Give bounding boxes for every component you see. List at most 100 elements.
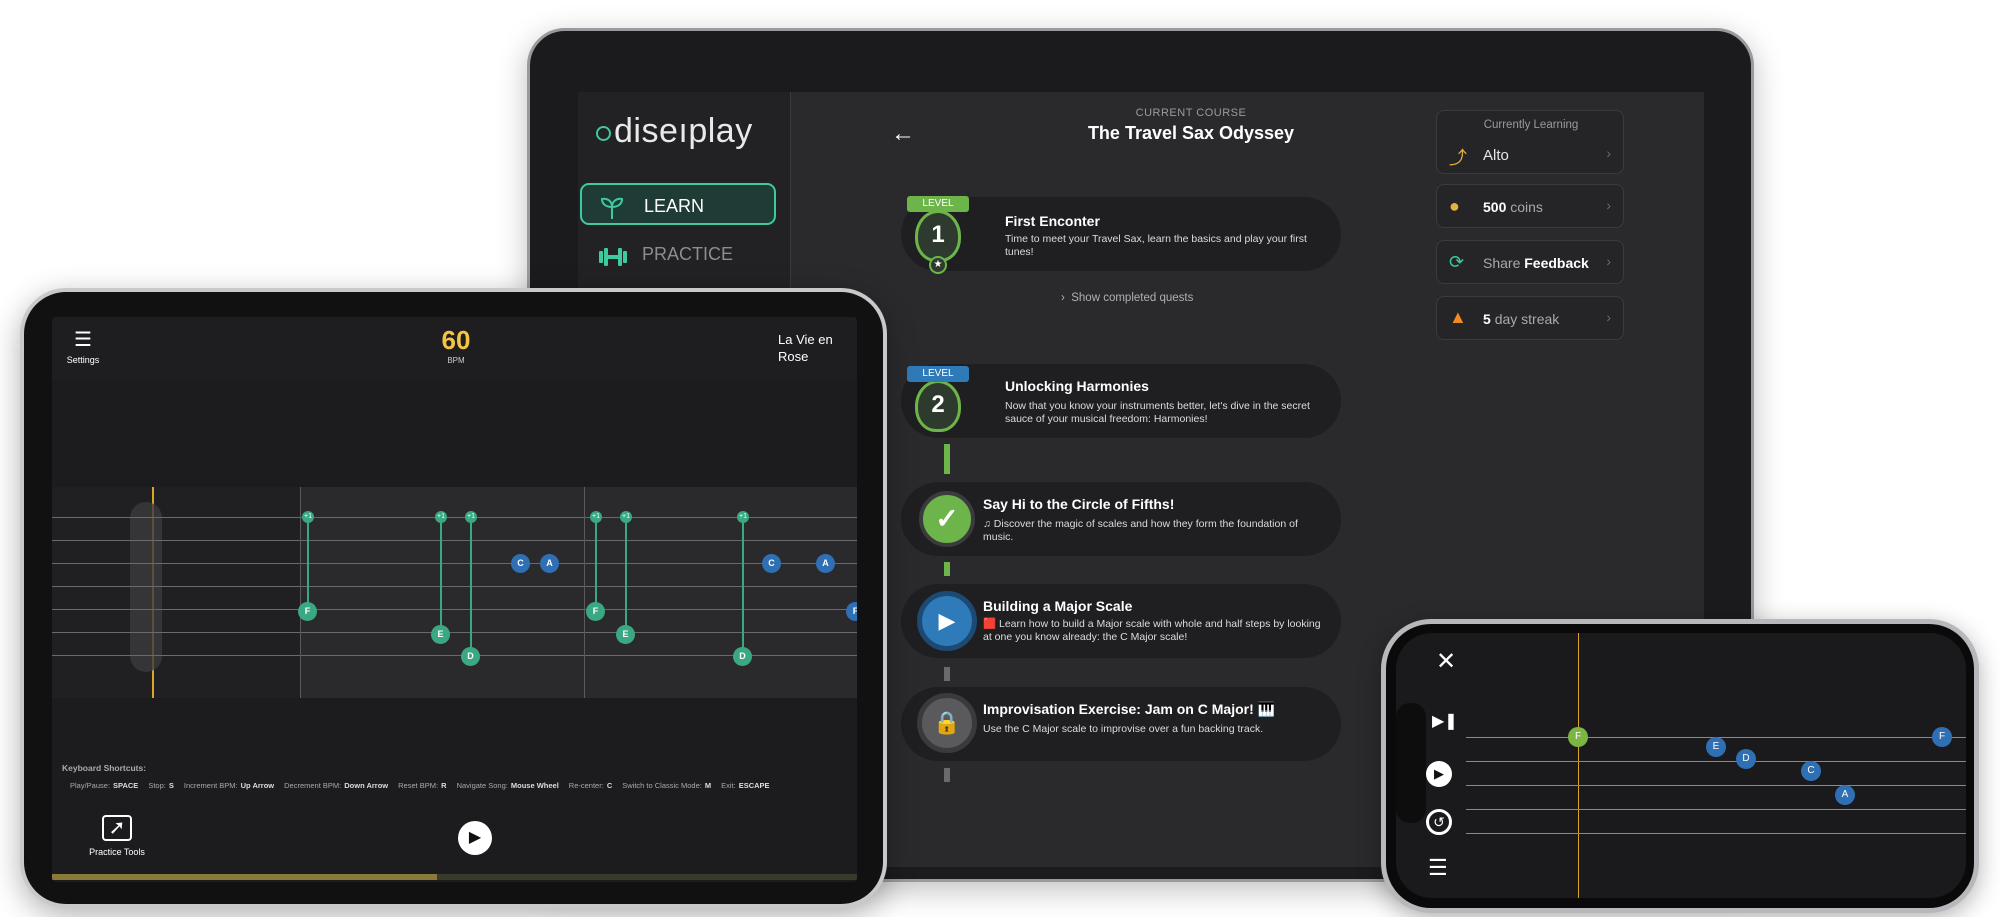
song-title: La Vie en Rose <box>778 332 833 364</box>
close-icon[interactable]: ✕ <box>1436 647 1456 676</box>
saxophone-icon <box>130 502 162 672</box>
shortcut-item: Re-center: C <box>569 781 612 790</box>
tablet-screen: ☰ Settings 60 BPM La Vie en Rose +1 F +1… <box>52 317 857 882</box>
chevron-right-icon: › <box>1606 145 1611 161</box>
nav-learn-button[interactable]: LEARN <box>580 183 776 225</box>
note: C <box>511 554 530 573</box>
shortcut-key: SPACE <box>113 781 139 790</box>
shortcut-key: S <box>168 781 174 790</box>
shortcut-label: Exit: <box>721 781 736 790</box>
shortcut-item: Exit: ESCAPE <box>721 781 769 790</box>
sprout-icon <box>598 193 626 235</box>
laurel-icon: 2 <box>915 380 961 432</box>
level-1-badge: 1 LEVEL ★ <box>903 196 973 274</box>
show-completed-link[interactable]: › Show completed quests <box>1061 292 1193 304</box>
note: F <box>846 602 857 621</box>
note: F <box>1568 727 1588 747</box>
coins-icon: ● <box>1449 196 1460 216</box>
shortcut-item: Decrement BPM: Down Arrow <box>284 781 388 790</box>
back-arrow-icon[interactable]: ← <box>891 120 915 148</box>
lock-icon: 🔒 <box>917 693 977 753</box>
nav-practice-label: PRACTICE <box>642 244 734 264</box>
bpm-label: BPM <box>447 356 465 365</box>
note: E <box>431 625 450 644</box>
settings-label: Settings <box>66 355 100 365</box>
shortcut-label: Play/Pause: <box>70 781 111 790</box>
share-feedback-card[interactable]: ⟳ Share Feedback › <box>1436 240 1624 284</box>
shortcut-item: Navigate Song: Mouse Wheel <box>457 781 559 790</box>
coins-text: 500 coins <box>1483 199 1543 215</box>
laurel-icon: 1 <box>915 210 961 262</box>
shortcut-key: Down Arrow <box>344 781 389 790</box>
coins-card[interactable]: ● 500 coins › <box>1436 184 1624 228</box>
note: F <box>298 602 317 621</box>
course-title: The Travel Sax Odyssey <box>1087 123 1295 143</box>
nav-learn-label: LEARN <box>644 196 705 216</box>
quest-title: Improvisation Exercise: Jam on C Major! … <box>983 701 1276 717</box>
shortcut-key: C <box>606 781 613 790</box>
quest-desc: ♫ Discover the magic of scales and how t… <box>983 518 1298 543</box>
note: A <box>1835 785 1855 805</box>
octave-marker: +1 <box>465 511 477 523</box>
octave-marker: +1 <box>620 511 632 523</box>
currently-learning-card[interactable]: Currently Learning ⤴ Alto › <box>1436 110 1624 174</box>
note: F <box>586 602 605 621</box>
logo-ring-icon <box>596 125 611 141</box>
chevron-right-icon: › <box>1606 309 1611 325</box>
practice-tools-label: Practice Tools <box>89 847 145 857</box>
shortcut-item: Switch to Classic Mode: M <box>622 781 711 790</box>
chevron-right-icon: › <box>1606 253 1611 269</box>
octave-marker: +1 <box>590 511 602 523</box>
shortcut-key: M <box>704 781 712 790</box>
shortcut-label: Navigate Song: <box>456 781 508 790</box>
level-2-title: Unlocking Harmonies <box>1005 378 1149 394</box>
octave-marker: +1 <box>302 511 314 523</box>
play-pause-icon[interactable]: ▶❚ <box>1432 711 1458 731</box>
shortcut-label: Decrement BPM: <box>284 781 342 790</box>
note: C <box>1801 761 1821 781</box>
level-1-title: First Enconter <box>1005 213 1100 229</box>
instrument-panel <box>52 487 300 698</box>
saxophone-icon: ⤴ <box>1449 148 1467 168</box>
shortcut-item: Stop: S <box>148 781 174 790</box>
path-line <box>944 667 950 681</box>
practice-tools-button[interactable]: ➚ Practice Tools <box>87 815 147 857</box>
play-button[interactable]: ▶ <box>1426 761 1452 787</box>
shortcut-key: Up Arrow <box>240 781 275 790</box>
level-2-tag: LEVEL <box>907 366 969 382</box>
note: F <box>1932 727 1952 747</box>
sliders-icon[interactable]: ☰ <box>1428 855 1448 881</box>
path-line <box>944 768 950 782</box>
octave-marker: +1 <box>435 511 447 523</box>
settings-button[interactable]: ☰ Settings <box>66 327 100 365</box>
shortcut-label: Reset BPM: <box>398 781 439 790</box>
bpm-display[interactable]: 60 BPM <box>426 325 486 365</box>
play-button[interactable]: ▶ <box>458 821 492 855</box>
level-2-desc: Now that you know your instruments bette… <box>1005 400 1310 425</box>
path-line <box>944 444 950 474</box>
share-icon: ⟳ <box>1449 252 1465 272</box>
trophy-icon: ★ <box>929 256 947 274</box>
quest-title: Say Hi to the Circle of Fifths! <box>983 496 1175 512</box>
playhead <box>1578 633 1579 898</box>
streak-card[interactable]: ▲ 5 day streak › <box>1436 296 1624 340</box>
streak-text: 5 day streak <box>1483 311 1560 327</box>
level-1-desc: Time to meet your Travel Sax, learn the … <box>1005 233 1307 258</box>
course-label: CURRENT COURSE <box>1135 107 1247 119</box>
instrument-name: Alto <box>1483 147 1509 164</box>
shortcut-item: Reset BPM: R <box>398 781 446 790</box>
play-icon[interactable]: ▶ <box>917 591 977 651</box>
chevron-right-icon: › <box>1606 197 1611 213</box>
currently-learning-label: Currently Learning <box>1483 119 1579 131</box>
shortcut-key: Mouse Wheel <box>510 781 559 790</box>
restart-icon[interactable]: ↺ <box>1426 809 1452 835</box>
shortcut-key: ESCAPE <box>738 781 770 790</box>
level-2-badge: 2 LEVEL <box>903 366 973 444</box>
check-icon: ✓ <box>919 491 975 547</box>
note: E <box>616 625 635 644</box>
nav-practice-button[interactable]: PRACTICE <box>580 233 776 275</box>
shortcuts-list: Play/Pause: SPACE Stop: S Increment BPM: Up A… <box>70 781 857 790</box>
song-progress-track[interactable] <box>52 874 857 880</box>
shortcut-item: Play/Pause: SPACE <box>70 781 138 790</box>
bpm-value: 60 <box>441 325 471 355</box>
